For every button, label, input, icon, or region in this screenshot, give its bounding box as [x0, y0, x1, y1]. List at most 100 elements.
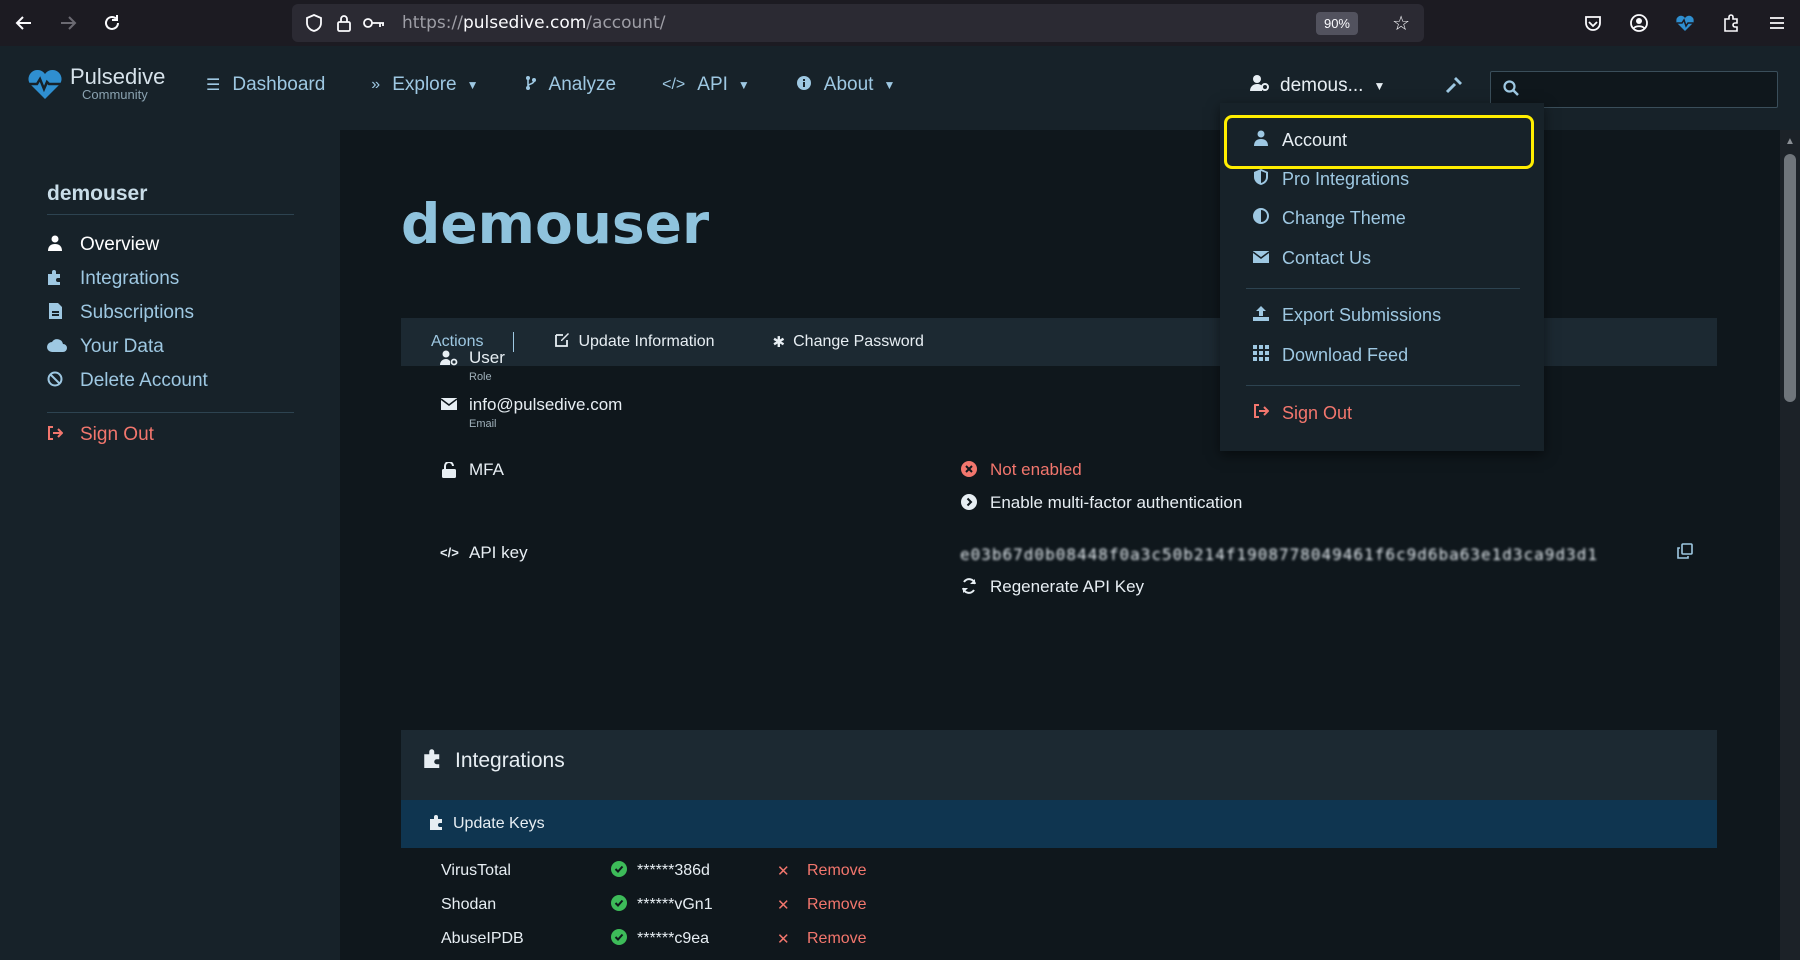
extensions-puzzle-icon[interactable] [1708, 0, 1754, 46]
enable-mfa-link[interactable]: Enable multi-factor authentication [960, 493, 1242, 513]
sync-icon [960, 577, 978, 597]
remove-x-icon[interactable]: ✕ [777, 930, 797, 948]
user-icon [47, 235, 63, 255]
menu-item-contact-us[interactable]: Contact Us [1220, 241, 1544, 275]
account-icon[interactable] [1616, 0, 1662, 46]
logo-name: Pulsedive [70, 64, 166, 89]
api-key-label: API key [469, 543, 528, 562]
nav-explore[interactable]: » Explore ▼ [371, 74, 478, 96]
tools-hammer-icon[interactable] [1444, 75, 1464, 101]
update-keys-button[interactable]: Update Keys [429, 814, 545, 834]
user-cog-icon [440, 350, 458, 370]
remove-x-icon[interactable]: ✕ [777, 862, 797, 880]
integration-row-abuseipdb: AbuseIPDB ******c9ea ✕ Remove [441, 927, 1641, 951]
main-nav: ☰ Dashboard » Explore ▼ Analyze </> API … [206, 74, 941, 96]
menu-divider [1246, 288, 1520, 289]
grid-icon [1252, 345, 1270, 365]
remove-integration-link[interactable]: Remove [807, 862, 867, 880]
sidebar-item-overview[interactable]: Overview [47, 228, 208, 262]
key-icon[interactable] [360, 9, 388, 37]
sidebar-item-your-data[interactable]: Your Data [47, 330, 208, 364]
url-bar[interactable]: https://pulsedive.com/account/ 90% ☆ [292, 4, 1424, 42]
pocket-icon[interactable] [1570, 0, 1616, 46]
sidebar-item-label: Your Data [80, 336, 164, 357]
nav-api[interactable]: </> API ▼ [662, 74, 750, 96]
sidebar-item-label: Subscriptions [80, 302, 195, 323]
info-circle-icon [796, 75, 812, 96]
change-password-button[interactable]: ✱ Change Password [773, 333, 924, 351]
scroll-up-icon[interactable]: ▲ [1785, 136, 1795, 147]
sidebar-item-delete-account[interactable]: Delete Account [47, 364, 208, 398]
browser-toolbar: https://pulsedive.com/account/ 90% ☆ [0, 0, 1800, 46]
sidebar-sign-out[interactable]: Sign Out [47, 424, 154, 446]
menu-item-download-feed[interactable]: Download Feed [1220, 338, 1544, 372]
copy-icon[interactable] [1677, 543, 1693, 564]
page-scrollbar[interactable]: ▲ [1780, 130, 1800, 960]
lock-icon[interactable] [330, 9, 358, 37]
sidebar-item-subscriptions[interactable]: Subscriptions [47, 296, 208, 330]
sidebar-menu: Overview Integrations Subscriptions Your… [47, 228, 208, 398]
nav-about[interactable]: About ▼ [796, 74, 896, 96]
integrations-list: VirusTotal ******386d ✕ Remove Shodan **… [401, 848, 1717, 960]
back-button[interactable] [4, 3, 44, 43]
sidebar-item-integrations[interactable]: Integrations [47, 262, 208, 296]
nav-analyze[interactable]: Analyze [525, 74, 616, 96]
account-highlight-box [1224, 115, 1534, 169]
shield-icon[interactable] [300, 9, 328, 37]
code-icon: </> [440, 545, 459, 560]
arrow-right-icon [61, 16, 77, 30]
menu-item-export-submissions[interactable]: Export Submissions [1220, 298, 1544, 332]
hamburger-menu-icon[interactable] [1754, 0, 1800, 46]
pulsedive-extension-icon[interactable] [1662, 0, 1708, 46]
email-value: info@pulsedive.com [469, 395, 623, 414]
url-text[interactable]: https://pulsedive.com/account/ [402, 13, 665, 33]
search-icon [1503, 80, 1519, 101]
regenerate-api-key-link[interactable]: Regenerate API Key [960, 577, 1144, 597]
mfa-status-text: Not enabled [990, 460, 1082, 479]
user-menu-toggle[interactable]: demous... ▼ [1250, 74, 1385, 98]
integration-row-virustotal: VirusTotal ******386d ✕ Remove [441, 859, 1641, 883]
code-branch-icon [525, 75, 537, 96]
forward-button[interactable] [48, 3, 88, 43]
envelope-icon [1252, 250, 1270, 267]
chevron-circle-right-icon [960, 493, 978, 513]
caret-down-icon: ▼ [737, 78, 750, 92]
unlock-icon [440, 461, 458, 482]
update-information-button[interactable]: Update Information [554, 332, 715, 352]
reload-button[interactable] [92, 3, 132, 43]
integration-key: ******c9ea [637, 930, 710, 947]
sidebar: demouser Overview Integrations Subscript… [0, 130, 340, 960]
double-chevron-icon: » [371, 76, 381, 93]
asterisk-icon: ✱ [772, 334, 786, 351]
nav-dashboard[interactable]: ☰ Dashboard [206, 74, 325, 96]
sidebar-item-label: Integrations [80, 268, 180, 289]
sign-out-icon [47, 426, 64, 444]
puzzle-icon [47, 269, 63, 289]
scroll-thumb[interactable] [1784, 154, 1796, 402]
email-row: info@pulsedive.com Email [440, 395, 622, 430]
zoom-level-badge[interactable]: 90% [1315, 12, 1358, 35]
mfa-row: MFA [440, 460, 504, 482]
remove-integration-link[interactable]: Remove [807, 930, 867, 948]
nav-explore-label: Explore [392, 74, 457, 95]
role-label: Role [469, 371, 492, 383]
regenerate-api-key-label: Regenerate API Key [990, 577, 1145, 596]
remove-x-icon[interactable]: ✕ [777, 896, 797, 914]
url-prefix: https:// [402, 13, 463, 33]
puzzle-icon [423, 748, 443, 773]
menu-item-change-theme[interactable]: Change Theme [1220, 201, 1544, 235]
integrations-panel: Integrations Update Keys VirusTotal ****… [401, 730, 1717, 960]
integrations-heading: Integrations [423, 748, 565, 773]
role-value: User [469, 348, 505, 367]
url-host: pulsedive.com [462, 13, 587, 33]
remove-integration-link[interactable]: Remove [807, 896, 867, 914]
api-key-masked: e03b67d0b08448f0a3c50b214f1908778049461f… [960, 544, 1598, 563]
check-circle-icon [611, 929, 631, 949]
pulsedive-logo[interactable]: Pulsedive Community [26, 66, 165, 101]
bookmark-star-icon[interactable]: ☆ [1392, 11, 1410, 36]
search-input[interactable] [1531, 76, 1771, 103]
upload-icon [1252, 305, 1270, 325]
caret-down-icon: ▼ [883, 78, 896, 92]
menu-item-label: Export Submissions [1282, 304, 1442, 325]
menu-item-sign-out[interactable]: Sign Out [1220, 396, 1544, 430]
